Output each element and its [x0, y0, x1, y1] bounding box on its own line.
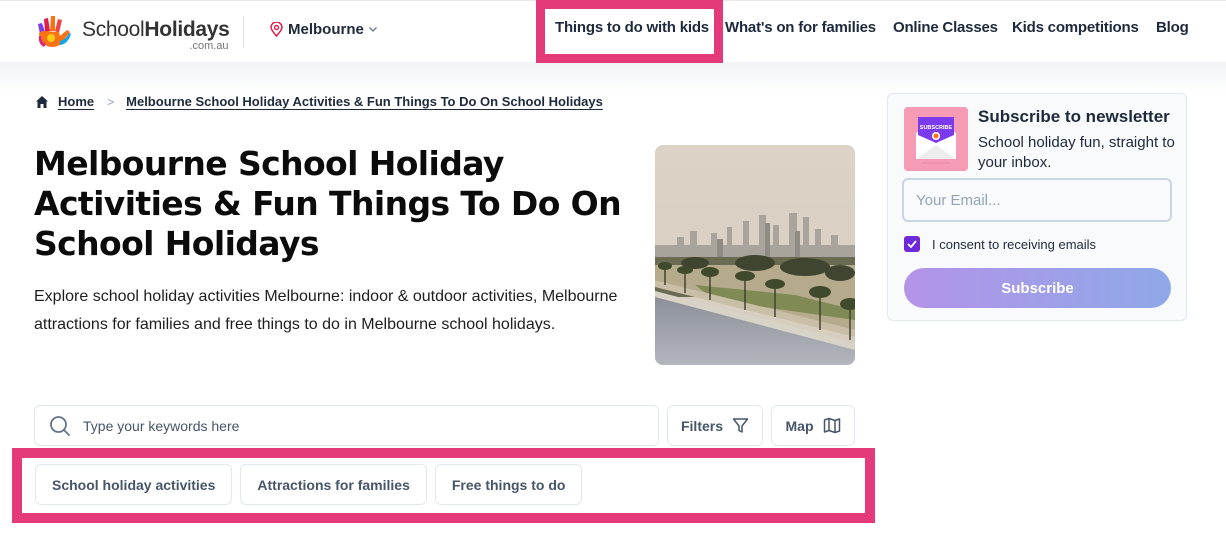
newsletter-card: SUBSCRIBE Subscribe to newsletter School… [887, 93, 1187, 321]
logo-wordmark: SchoolHolidays [82, 18, 230, 41]
search-box [34, 405, 659, 446]
subscribe-button[interactable]: Subscribe [904, 268, 1171, 308]
skyline-illustration [655, 145, 855, 365]
breadcrumb-current[interactable]: Melbourne School Holiday Activities & Fu… [126, 94, 603, 109]
hand-logo-icon [38, 16, 71, 47]
nav-online-classes[interactable]: Online Classes [893, 19, 998, 36]
newsletter-subtitle: School holiday fun, straight to your inb… [978, 134, 1175, 171]
search-icon [50, 415, 70, 436]
nav-whats-on-for-families[interactable]: What's on for families [725, 19, 876, 36]
location-selector[interactable]: Melbourne [270, 19, 378, 39]
filter-funnel-icon [732, 418, 749, 433]
nav-kids-competitions[interactable]: Kids competitions [1012, 19, 1139, 36]
header-shadow [0, 62, 1226, 92]
category-chips: School holiday activities Attractions fo… [35, 464, 583, 505]
map-label: Map [785, 417, 814, 434]
chip-free-things-to-do[interactable]: Free things to do [434, 464, 583, 505]
envelope-badge-text: SUBSCRIBE [920, 125, 953, 131]
filters-button[interactable]: Filters [667, 405, 763, 446]
envelope-icon: SUBSCRIBE [904, 107, 968, 171]
chip-attractions-for-families[interactable]: Attractions for families [240, 464, 427, 505]
breadcrumb-home[interactable]: Home [58, 94, 94, 109]
map-icon [823, 417, 840, 434]
logo-domain: .com.au [189, 40, 229, 52]
map-button[interactable]: Map [771, 405, 855, 446]
newsletter-title: Subscribe to newsletter [978, 107, 1170, 126]
consent-checkbox[interactable] [904, 236, 920, 252]
breadcrumb: Home > Melbourne School Holiday Activiti… [35, 94, 603, 109]
nav-things-to-do-with-kids[interactable]: Things to do with kids [555, 19, 709, 36]
map-pin-icon [270, 21, 283, 37]
filters-label: Filters [680, 417, 723, 434]
checkmark-icon [907, 240, 917, 248]
chevron-down-icon [368, 27, 377, 32]
page-title: Melbourne School Holiday Activities & Fu… [34, 144, 622, 263]
consent-checkbox-row[interactable]: I consent to receiving emails [904, 236, 1096, 252]
site-header: SchoolHolidays .com.au Melbourne Things … [0, 0, 1226, 62]
newsletter-envelope-image: SUBSCRIBE [904, 107, 968, 171]
newsletter-email-input[interactable] [902, 178, 1172, 222]
site-logo[interactable]: SchoolHolidays .com.au [34, 13, 230, 52]
breadcrumb-separator: > [107, 94, 115, 109]
page-intro: Explore school holiday activities Melbou… [34, 288, 618, 333]
chip-school-holiday-activities[interactable]: School holiday activities [35, 464, 233, 505]
location-label: Melbourne [288, 20, 364, 38]
nav-blog[interactable]: Blog [1156, 19, 1189, 36]
search-input[interactable] [83, 417, 623, 434]
hero-image-melbourne-skyline [655, 145, 855, 365]
home-icon [36, 95, 48, 108]
consent-label: I consent to receiving emails [932, 236, 1097, 252]
header-divider [243, 16, 244, 48]
